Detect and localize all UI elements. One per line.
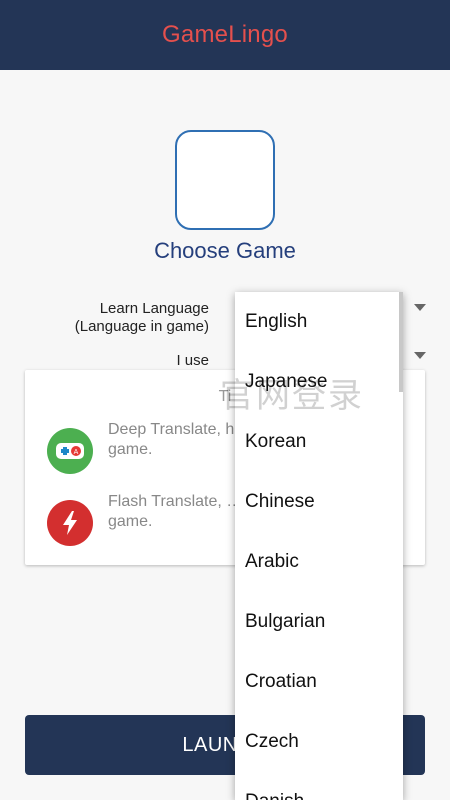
dropdown-option-chinese[interactable]: Chinese: [235, 472, 403, 532]
learn-language-dropdown-arrow-icon[interactable]: [414, 304, 426, 311]
dropdown-option-arabic[interactable]: Arabic: [235, 532, 403, 592]
i-use-label: I use: [176, 352, 209, 369]
language-dropdown-menu[interactable]: English Japanese Korean Chinese Arabic B…: [235, 292, 403, 800]
learn-language-line2: (Language in game): [74, 318, 209, 335]
dropdown-option-croatian[interactable]: Croatian: [235, 652, 403, 712]
gamepad-icon: A: [47, 428, 93, 474]
dropdown-option-english[interactable]: English: [235, 292, 403, 352]
choose-game-tile[interactable]: [175, 130, 275, 230]
dropdown-scrollbar[interactable]: [399, 292, 403, 392]
choose-game-label[interactable]: Choose Game: [0, 238, 450, 264]
dropdown-option-danish[interactable]: Danish: [235, 772, 403, 800]
dropdown-option-bulgarian[interactable]: Bulgarian: [235, 592, 403, 652]
app-title: GameLingo: [162, 21, 288, 48]
svg-text:A: A: [74, 449, 79, 456]
app-bar: GameLingo: [0, 0, 450, 70]
i-use-dropdown-arrow-icon[interactable]: [414, 352, 426, 359]
dropdown-option-japanese[interactable]: Japanese: [235, 352, 403, 412]
dropdown-option-korean[interactable]: Korean: [235, 412, 403, 472]
dropdown-option-czech[interactable]: Czech: [235, 712, 403, 772]
learn-language-label: Learn Language (Language in game): [75, 300, 209, 336]
bolt-icon: [47, 500, 93, 546]
learn-language-line1: Learn Language: [99, 300, 209, 317]
